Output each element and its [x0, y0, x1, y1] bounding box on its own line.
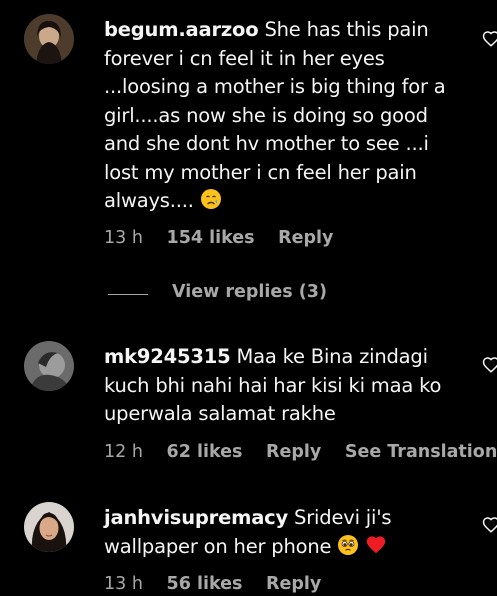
like-heart-icon[interactable]	[482, 516, 497, 534]
comment-time: 13 h	[104, 228, 143, 248]
comment-username[interactable]: mk9245315	[104, 345, 231, 368]
comment-body: mk9245315 Maa ke Bina zindagi kuch bhi n…	[104, 343, 454, 429]
comment-time: 12 h	[104, 442, 143, 462]
comment-likes[interactable]: 56 likes	[167, 574, 243, 594]
view-replies-button[interactable]: View replies (3)	[108, 282, 368, 306]
comment-text: She has this pain forever i cn feel it i…	[104, 18, 446, 212]
comment-meta: 13 h 154 likes Reply	[104, 228, 351, 248]
avatar[interactable]	[24, 14, 74, 64]
crying-face-icon	[200, 188, 222, 219]
replies-divider	[108, 294, 148, 295]
pleading-face-icon	[337, 534, 359, 565]
like-heart-icon[interactable]	[482, 30, 497, 48]
red-heart-icon	[365, 534, 387, 565]
comment-likes[interactable]: 62 likes	[167, 442, 243, 462]
comment-time: 13 h	[104, 574, 143, 594]
view-replies-label: View replies (3)	[172, 282, 327, 302]
comment-username[interactable]: begum.aarzoo	[104, 18, 259, 41]
comments-feed: begum.aarzoo She has this pain forever i…	[0, 0, 497, 596]
avatar[interactable]	[24, 502, 74, 552]
avatar[interactable]	[24, 341, 74, 391]
comment-username[interactable]: janhvisupremacy	[104, 506, 288, 529]
comment-meta: 13 h 56 likes Reply	[104, 574, 339, 594]
reply-button[interactable]: Reply	[266, 574, 321, 594]
comment-meta: 12 h 62 likes Reply See Translation	[104, 442, 497, 462]
reply-button[interactable]: Reply	[278, 228, 333, 248]
see-translation-button[interactable]: See Translation	[345, 442, 497, 462]
like-heart-icon[interactable]	[482, 356, 497, 374]
comment-body: begum.aarzoo She has this pain forever i…	[104, 16, 454, 219]
comment-body: janhvisupremacy Sridevi ji's wallpaper o…	[104, 504, 454, 564]
comment-likes[interactable]: 154 likes	[167, 228, 255, 248]
reply-button[interactable]: Reply	[266, 442, 321, 462]
